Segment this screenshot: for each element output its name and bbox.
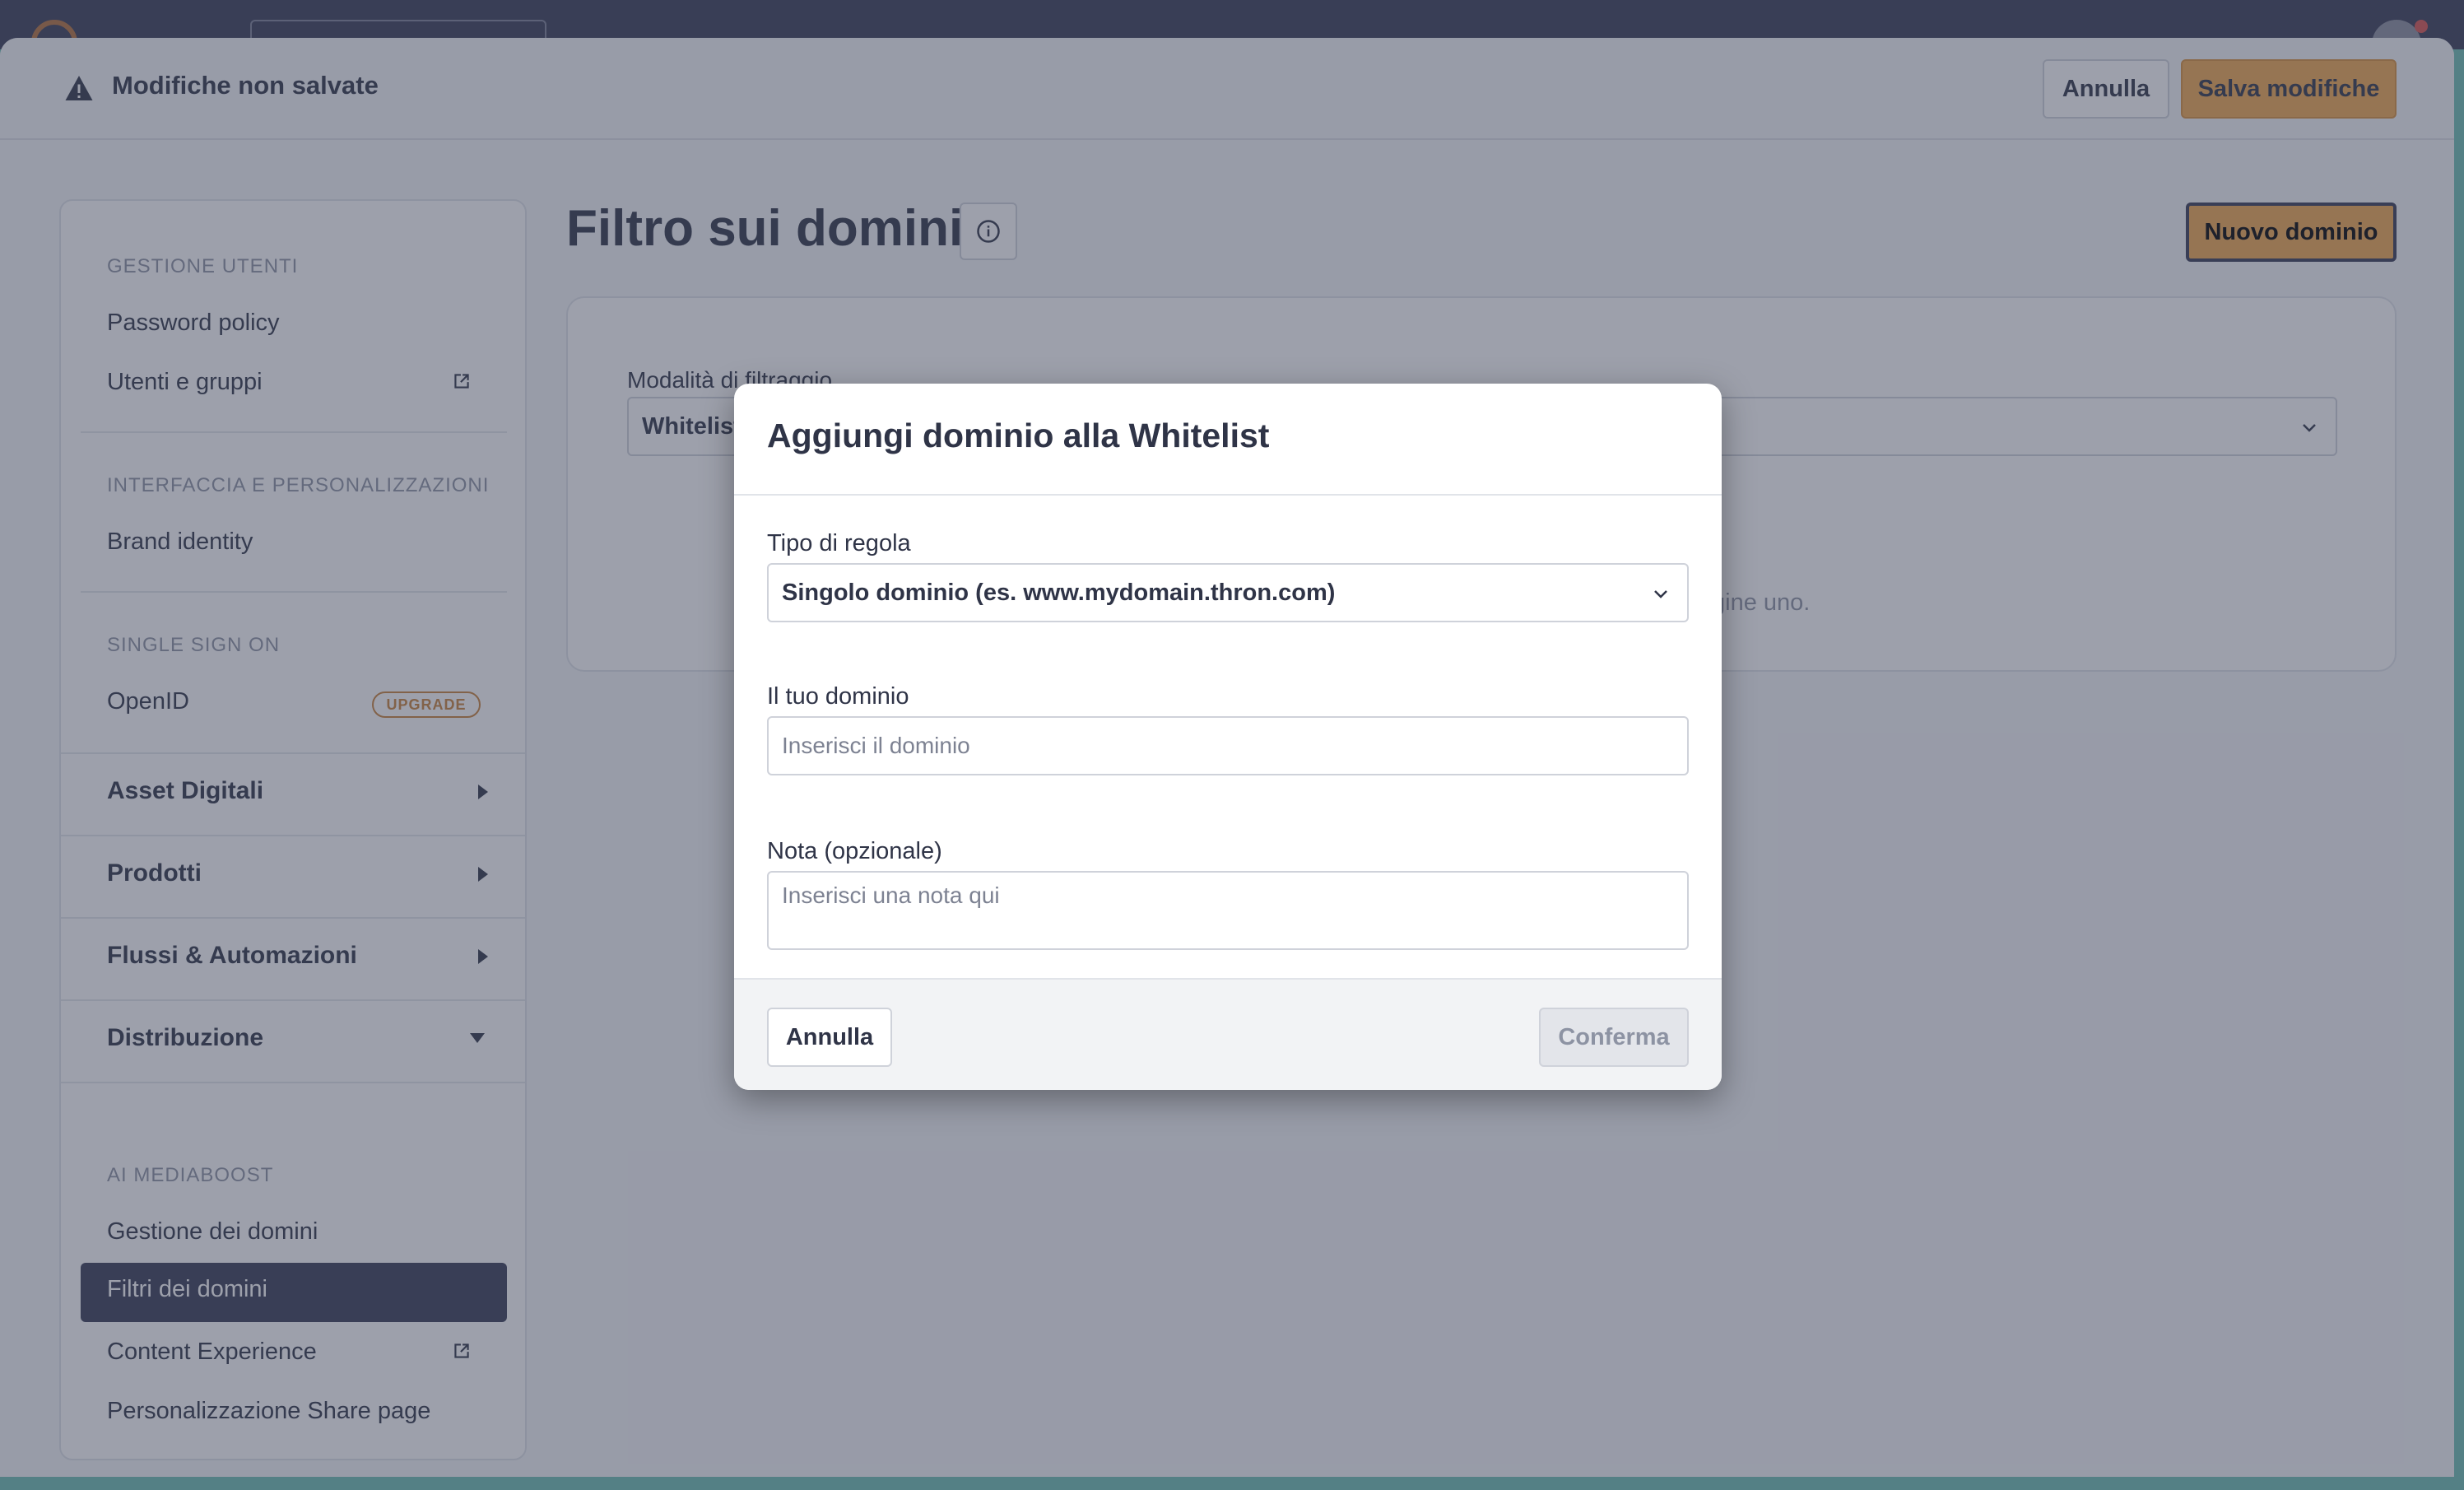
domain-input[interactable] (767, 716, 1689, 775)
note-textarea[interactable] (767, 871, 1689, 950)
rule-type-value: Singolo dominio (es. www.mydomain.thron.… (782, 580, 1336, 606)
note-label: Nota (opzionale) (767, 838, 942, 864)
modal-title: Aggiungi dominio alla Whitelist (767, 417, 1270, 454)
add-domain-modal: Aggiungi dominio alla Whitelist Tipo di … (734, 384, 1722, 1090)
modal-header-divider (734, 494, 1722, 496)
modal-confirm-button[interactable]: Conferma (1539, 1008, 1689, 1067)
rule-type-label: Tipo di regola (767, 530, 911, 556)
rule-type-select[interactable]: Singolo dominio (es. www.mydomain.thron.… (767, 563, 1689, 622)
modal-footer: Annulla Conferma (734, 978, 1722, 1090)
chevron-down-icon (1654, 590, 1667, 598)
domain-label: Il tuo dominio (767, 683, 909, 710)
modal-cancel-button[interactable]: Annulla (767, 1008, 892, 1067)
